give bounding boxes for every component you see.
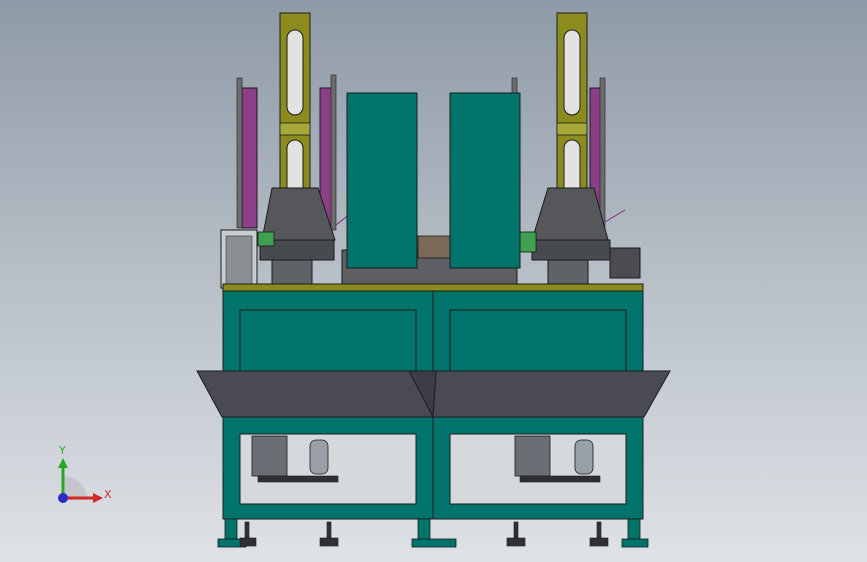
y-axis-arrow	[58, 458, 68, 468]
upper-cabinet	[222, 290, 644, 374]
center-covers	[341, 92, 521, 287]
origin-marker	[58, 493, 68, 503]
table-top-plate	[222, 283, 644, 292]
x-axis-arrow	[93, 493, 103, 503]
cad-viewport[interactable]: Y X	[0, 0, 867, 562]
lower-frame	[222, 416, 644, 520]
y-axis-label: Y	[58, 444, 66, 457]
discharge-hopper	[196, 370, 671, 419]
x-axis-label: X	[104, 488, 112, 501]
orientation-triad: Y X	[58, 444, 112, 503]
leveling-feet	[217, 518, 649, 548]
machine-model-front-view[interactable]	[0, 0, 867, 562]
